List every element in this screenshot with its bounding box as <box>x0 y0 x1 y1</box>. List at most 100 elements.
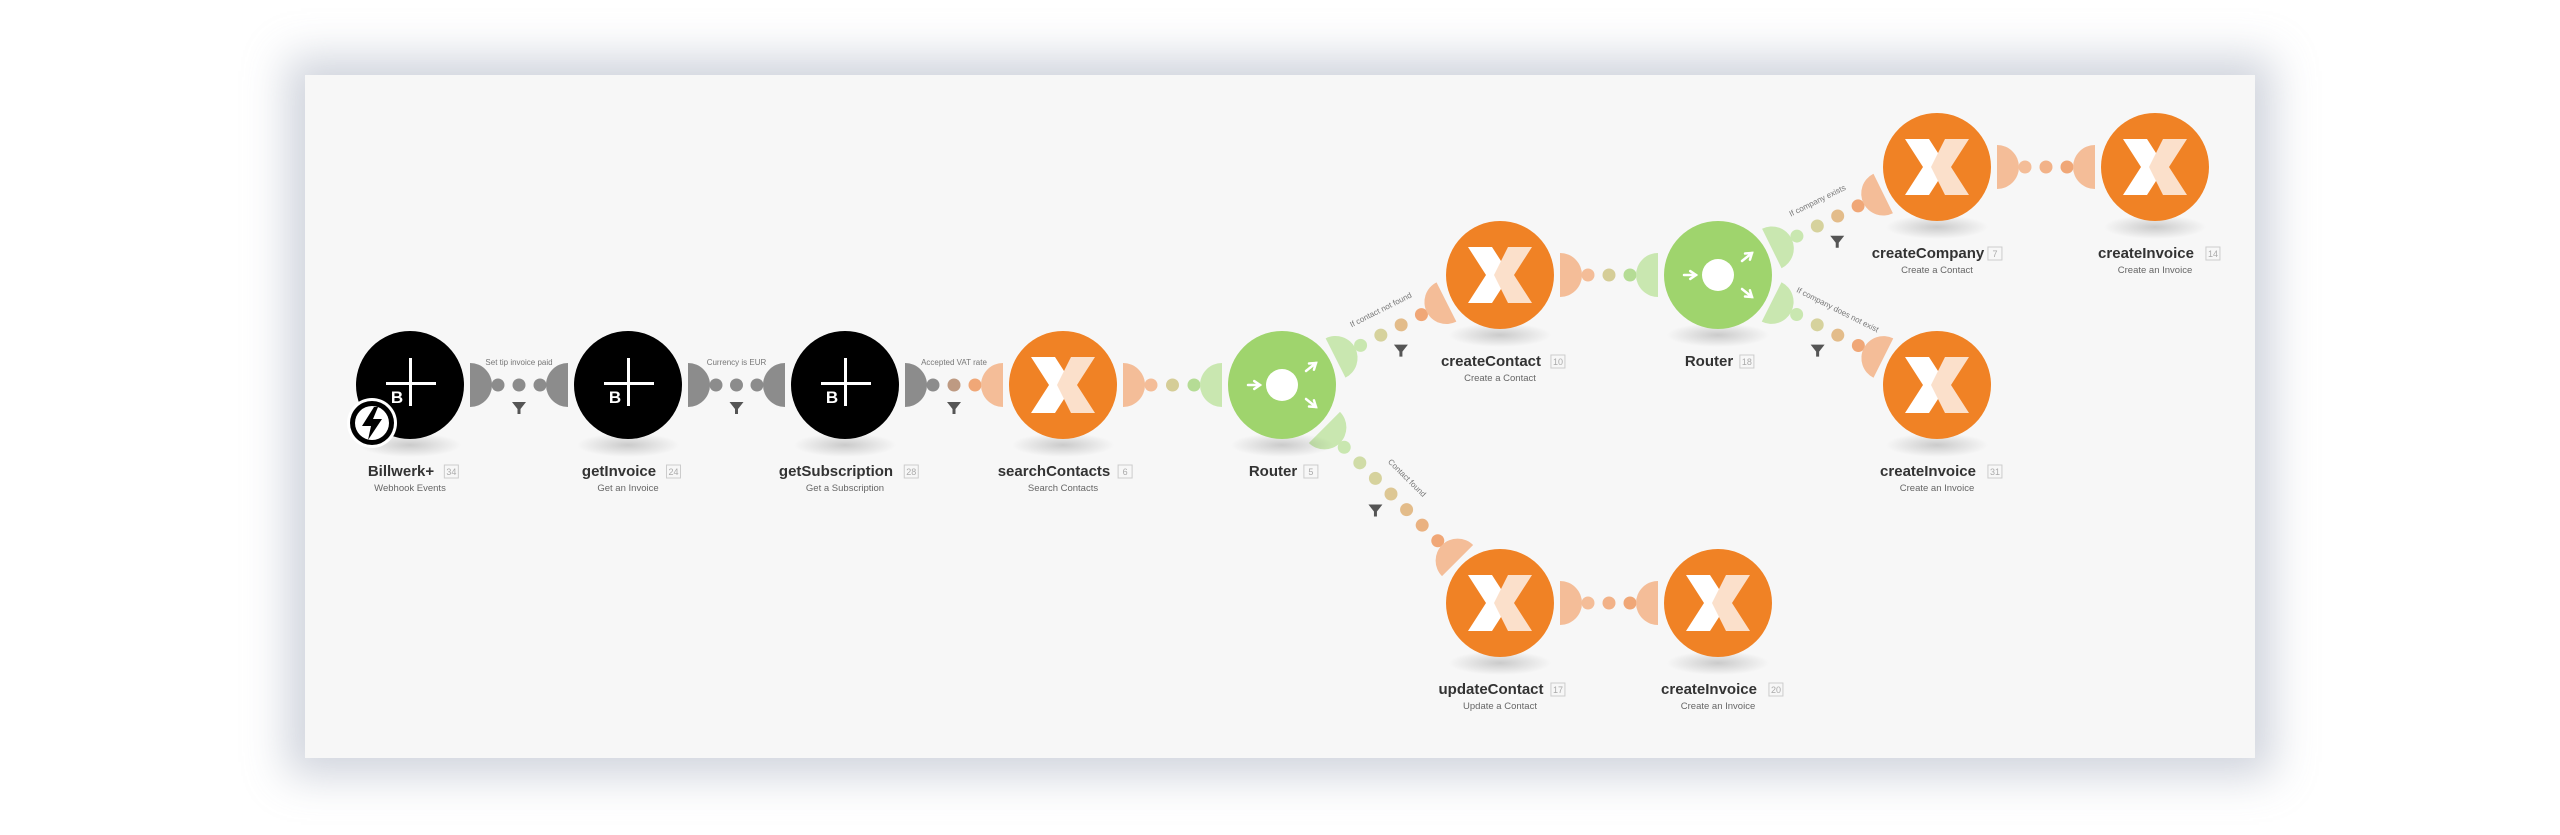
output-handle[interactable] <box>1560 581 1582 625</box>
connection-dot <box>926 378 940 392</box>
module-subtitle: Webhook Events <box>374 483 446 494</box>
connection-dot <box>1790 229 1804 243</box>
connection-create-company-to-create-invoice-14[interactable] <box>1997 145 2095 189</box>
connection-get-invoice-to-get-subscription[interactable]: Currency is EUR <box>688 358 785 414</box>
filter-icon[interactable] <box>729 402 744 414</box>
module-create-invoice-14[interactable]: createInvoice 14 Create an Invoice <box>2098 113 2221 276</box>
module-title: Router <box>1685 353 1733 370</box>
connection-dot <box>1415 518 1429 532</box>
module-router-company[interactable]: Router 18 <box>1664 221 1772 370</box>
module-id: 20 <box>1771 685 1781 695</box>
module-subtitle: Create an Invoice <box>1681 701 1755 712</box>
module-update-contact[interactable]: updateContact 17 Update a Contact <box>1439 549 1566 712</box>
connection-dot <box>533 378 547 392</box>
module-get-invoice[interactable]: BgetInvoice 24 Get an Invoice <box>574 331 682 494</box>
module-title: getInvoice <box>582 463 656 480</box>
module-title: createContact <box>1441 353 1541 370</box>
output-handle[interactable] <box>470 363 492 407</box>
input-handle[interactable] <box>981 363 1003 407</box>
module-create-invoice-31[interactable]: createInvoice 31 Create an Invoice <box>1880 331 2003 494</box>
connection-dot <box>2039 160 2053 174</box>
connection-dot <box>1353 456 1367 470</box>
input-handle[interactable] <box>546 363 568 407</box>
connection-dot <box>1831 328 1845 342</box>
module-subtitle: Update a Contact <box>1463 701 1537 712</box>
filter-icon[interactable] <box>1393 344 1408 357</box>
filter-icon[interactable] <box>1368 504 1383 517</box>
input-handle[interactable] <box>2073 145 2095 189</box>
connection-router-company-to-create-invoice-31[interactable]: If company does not exist <box>1761 282 1894 378</box>
connection-dot <box>1851 339 1865 353</box>
filter-icon[interactable] <box>947 402 961 414</box>
connection-dot <box>1384 487 1398 501</box>
module-router-main[interactable]: Router 5 <box>1228 331 1336 480</box>
filter-icon[interactable] <box>1810 344 1825 357</box>
filter-label[interactable]: Accepted VAT rate <box>921 358 987 367</box>
output-handle[interactable] <box>1123 363 1145 407</box>
module-id: 14 <box>2208 249 2218 259</box>
connection-dot <box>512 378 526 392</box>
module-title: createInvoice <box>1880 463 1976 480</box>
module-id: 10 <box>1553 357 1563 367</box>
connection-dot <box>1581 268 1595 282</box>
connection-router-main-to-update-contact[interactable]: Contact found <box>1308 411 1474 577</box>
input-handle[interactable] <box>1200 363 1222 407</box>
module-search-contacts[interactable]: searchContacts 6 Search Contacts <box>998 331 1133 494</box>
module-title: createInvoice <box>2098 245 2194 262</box>
connection-dot <box>1144 378 1158 392</box>
connection-search-contacts-to-router-main[interactable] <box>1123 363 1222 407</box>
connection-router-main-to-create-contact[interactable]: If contact not found <box>1325 282 1457 378</box>
module-title: createInvoice <box>1661 681 1757 698</box>
filter-label[interactable]: Set tip invoice paid <box>485 358 552 367</box>
module-id: 17 <box>1553 685 1563 695</box>
connection-dot <box>1623 268 1637 282</box>
output-handle[interactable] <box>905 363 927 407</box>
connection-dot <box>1810 318 1824 332</box>
output-handle[interactable] <box>1560 253 1582 297</box>
connection-dot <box>1581 596 1595 610</box>
connection-dot <box>1602 596 1616 610</box>
module-id: 28 <box>906 467 916 477</box>
input-handle[interactable] <box>1636 253 1658 297</box>
module-subtitle: Create an Invoice <box>2118 265 2192 276</box>
connection-dot <box>1851 199 1865 213</box>
module-subtitle: Create a Contact <box>1464 373 1536 384</box>
module-subtitle: Search Contacts <box>1028 483 1098 494</box>
connection-billwerk-trigger-to-get-invoice[interactable]: Set tip invoice paid <box>470 358 568 414</box>
module-title: updateContact <box>1439 681 1544 698</box>
input-handle[interactable] <box>1636 581 1658 625</box>
connection-dot <box>1400 503 1414 517</box>
module-id: 7 <box>1992 249 1997 259</box>
module-billwerk-trigger[interactable]: B Billwerk+ 34Webhook Events <box>347 331 464 494</box>
connection-dot <box>730 378 743 392</box>
filter-icon[interactable] <box>512 402 526 414</box>
connection-create-contact-to-router-company[interactable] <box>1560 253 1658 297</box>
module-create-invoice-20[interactable]: createInvoice 20 Create an Invoice <box>1661 549 1784 712</box>
module-get-subscription[interactable]: BgetSubscription 28 Get a Subscription <box>779 331 919 494</box>
module-create-company[interactable]: createCompany 7 Create a Contact <box>1872 113 2003 276</box>
connection-get-subscription-to-search-contacts[interactable]: Accepted VAT rate <box>905 358 1003 414</box>
module-id: 5 <box>1308 467 1313 477</box>
filter-label[interactable]: Currency is EUR <box>707 358 767 367</box>
filter-label[interactable]: If company does not exist <box>1795 286 1881 335</box>
connection-dot <box>947 378 961 392</box>
connection-dot <box>1374 328 1388 342</box>
module-subtitle: Get an Invoice <box>597 483 658 494</box>
input-handle[interactable] <box>763 363 785 407</box>
filter-icon[interactable] <box>1830 235 1845 248</box>
module-create-contact[interactable]: createContact 10 Create a Contact <box>1441 221 1566 384</box>
instant-trigger-icon[interactable] <box>347 398 397 448</box>
svg-text:B: B <box>826 388 838 407</box>
svg-text:B: B <box>391 388 403 407</box>
output-handle[interactable] <box>1997 145 2019 189</box>
connection-dot <box>1368 471 1382 485</box>
connection-dot <box>2060 160 2074 174</box>
connection-update-contact-to-create-invoice-20[interactable] <box>1560 581 1658 625</box>
scenario-canvas[interactable]: Set tip invoice paid Currency is EUR Accep… <box>0 0 2560 835</box>
module-id: 18 <box>1742 357 1752 367</box>
module-id: 24 <box>668 467 678 477</box>
connection-dot <box>491 378 505 392</box>
connection-dot <box>1831 209 1845 223</box>
output-handle[interactable] <box>688 363 710 407</box>
module-id: 31 <box>1990 467 2000 477</box>
